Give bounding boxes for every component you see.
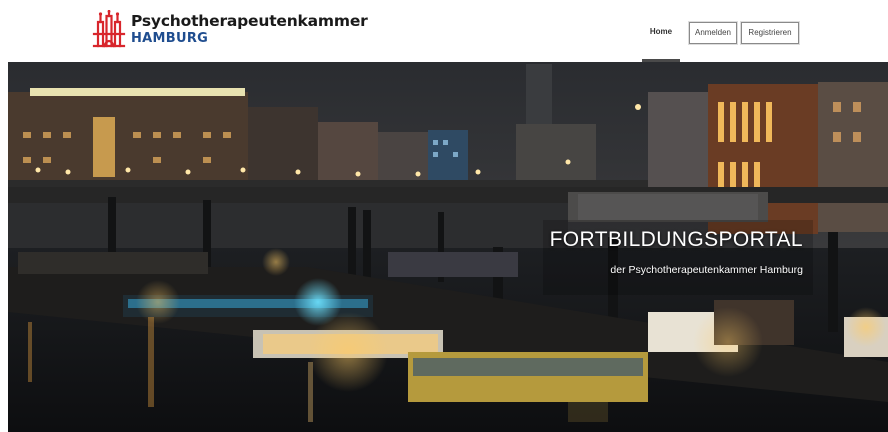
- site-header: Psychotherapeutenkammer HAMBURG Home Anm…: [0, 0, 888, 62]
- hero-banner: FORTBILDUNGSPORTAL der Psychotherapeuten…: [8, 62, 888, 432]
- hero-title: FORTBILDUNGSPORTAL: [549, 228, 803, 251]
- brand-name: Psychotherapeutenkammer: [131, 12, 368, 30]
- brand-city: HAMBURG: [131, 31, 209, 46]
- login-button[interactable]: Anmelden: [689, 22, 737, 44]
- hero-subtitle: der Psychotherapeutenkammer Hamburg: [610, 264, 803, 276]
- register-button[interactable]: Registrieren: [741, 22, 799, 44]
- hamburg-castle-logo-icon: [92, 10, 126, 48]
- nav-home-link[interactable]: Home: [642, 24, 680, 54]
